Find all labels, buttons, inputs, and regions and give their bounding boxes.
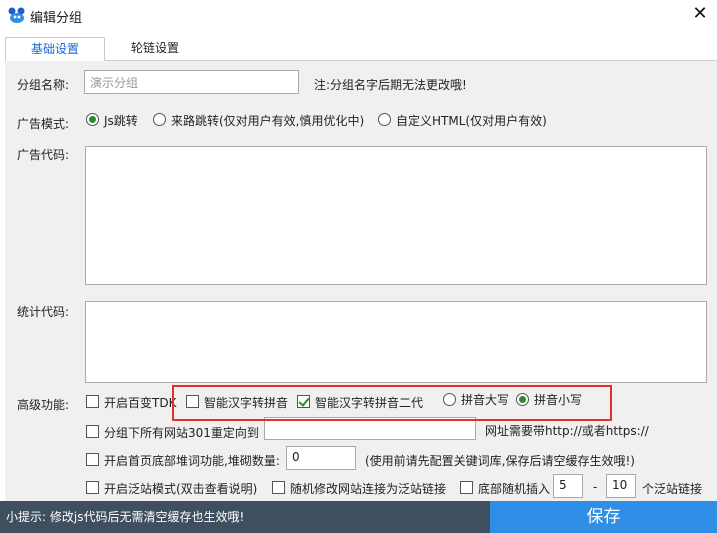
checkbox-footer-random[interactable] xyxy=(460,481,473,494)
radio-custom-html-label[interactable]: 自定义HTML(仅对用户有效) xyxy=(396,112,547,129)
tab-basic-settings[interactable]: 基础设置 xyxy=(5,37,105,61)
footer-random-suffix: 个泛站链接 xyxy=(642,482,703,496)
checkbox-tdk-label[interactable]: 开启百变TDK xyxy=(104,394,176,411)
stats-code-label: 统计代码: xyxy=(17,305,70,319)
footer-random-min-input[interactable]: 5 xyxy=(553,474,583,498)
settings-panel: 分组名称: 演示分组 注:分组名字后期无法更改哦! 广告模式: Js跳转 来路跳… xyxy=(5,61,717,501)
radio-referer-redirect-label[interactable]: 来路跳转(仅对用户有效,慎用优化中) xyxy=(171,112,364,129)
title-bar: 编辑分组 ✕ xyxy=(0,0,717,32)
redirect-301-note: 网址需要带http://或者https:// xyxy=(485,424,649,438)
radio-js-redirect[interactable] xyxy=(86,113,99,126)
group-name-note: 注:分组名字后期无法更改哦! xyxy=(314,78,467,92)
group-name-input[interactable]: 演示分组 xyxy=(84,70,299,94)
checkbox-301-redirect-label[interactable]: 分组下所有网站301重定向到 xyxy=(104,424,259,441)
footer-words-count-input[interactable]: 0 xyxy=(286,446,356,470)
footer-words-note: (使用前请先配置关键词库,保存后请空缓存生效哦!) xyxy=(365,454,635,468)
advanced-label: 高级功能: xyxy=(17,398,70,412)
app-logo-icon xyxy=(8,7,25,23)
tab-bar: 基础设置 轮链设置 xyxy=(5,37,717,61)
save-button[interactable]: 保存 xyxy=(490,501,717,533)
group-name-label: 分组名称: xyxy=(17,78,70,92)
range-dash: - xyxy=(593,480,598,494)
tip-text: 小提示: 修改js代码后无需清空缓存也生效哦! xyxy=(0,501,490,533)
bottom-bar: 小提示: 修改js代码后无需清空缓存也生效哦! 保存 xyxy=(0,501,717,533)
footer-random-max-input[interactable]: 10 xyxy=(606,474,636,498)
checkbox-footer-random-label[interactable]: 底部随机插入 xyxy=(478,480,550,497)
checkbox-footer-words[interactable] xyxy=(86,453,99,466)
checkbox-tdk[interactable] xyxy=(86,395,99,408)
ad-mode-label: 广告模式: xyxy=(17,117,70,131)
highlight-box xyxy=(172,385,612,421)
checkbox-random-link-label[interactable]: 随机修改网站连接为泛站链接 xyxy=(290,480,446,497)
checkbox-footer-words-label[interactable]: 开启首页底部堆词功能,堆砌数量: xyxy=(104,452,280,469)
close-icon[interactable]: ✕ xyxy=(690,4,710,24)
stats-code-textarea[interactable] xyxy=(85,301,707,383)
window-title: 编辑分组 xyxy=(30,11,83,26)
radio-referer-redirect[interactable] xyxy=(153,113,166,126)
tab-link-settings[interactable]: 轮链设置 xyxy=(119,37,191,61)
radio-custom-html[interactable] xyxy=(378,113,391,126)
radio-js-redirect-label[interactable]: Js跳转 xyxy=(104,112,138,129)
checkbox-random-link[interactable] xyxy=(272,481,285,494)
checkbox-301-redirect[interactable] xyxy=(86,425,99,438)
checkbox-pan-mode-label[interactable]: 开启泛站模式(双击查看说明) xyxy=(104,480,257,497)
ad-code-textarea[interactable] xyxy=(85,146,707,285)
ad-code-label: 广告代码: xyxy=(17,148,70,162)
checkbox-pan-mode[interactable] xyxy=(86,481,99,494)
